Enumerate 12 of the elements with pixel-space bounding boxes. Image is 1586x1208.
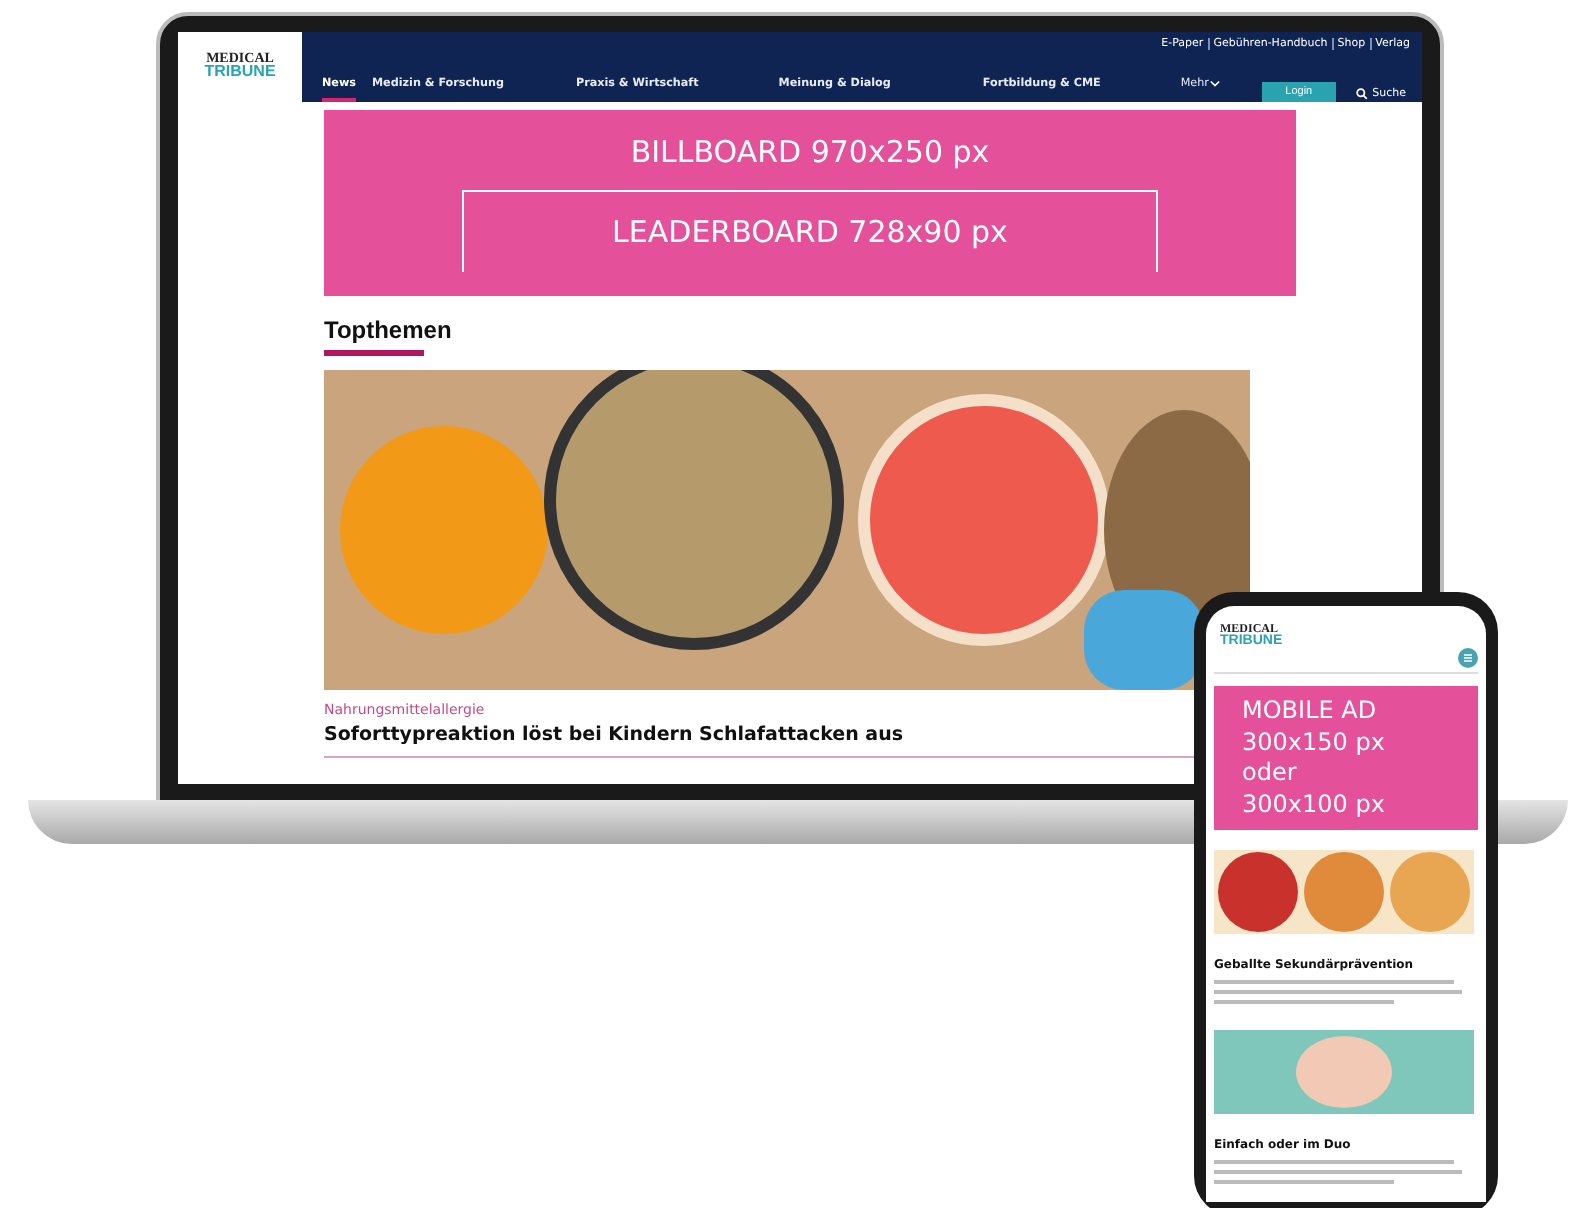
search-icon [1356,88,1369,100]
logo-text: TRIBUNE [204,66,276,80]
ad-label: oder [1242,758,1299,790]
menu-icon[interactable] [1458,648,1478,669]
ad-label: MOBILE AD [1242,696,1379,728]
ad-label: 300x150 px [1242,727,1387,759]
caret-icon [1210,80,1221,88]
leaderboard-ad: LEADERBOARD 728x90 px [462,190,1158,272]
ad-label: 300x100 px [1242,789,1387,821]
section-title: Topthemen [324,316,454,344]
article-headline[interactable]: Soforttypreaktion löst bei Kindern Schlafattacken aus [324,724,903,746]
ad-label: BILLBOARD 970x250 px [630,134,990,170]
